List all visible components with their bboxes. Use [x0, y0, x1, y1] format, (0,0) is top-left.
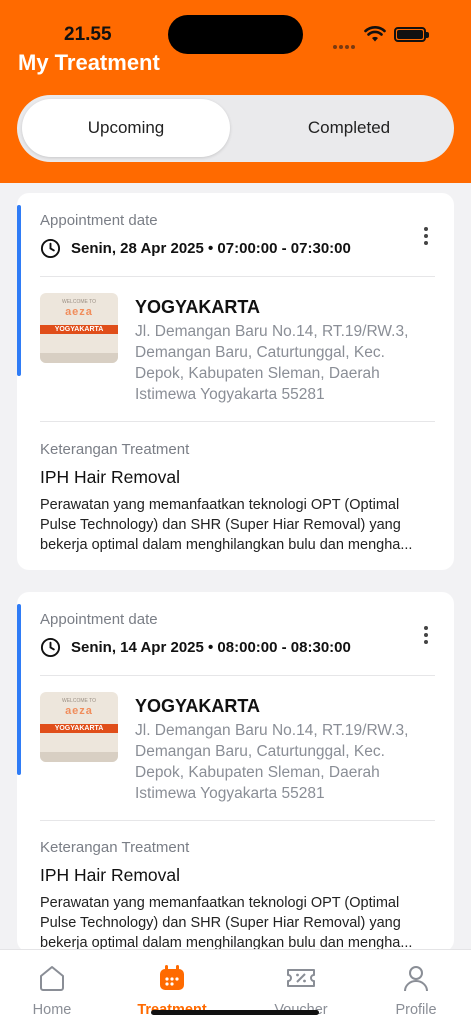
clinic-address: Jl. Demangan Baru No.14, RT.19/RW.3, Dem…	[135, 323, 409, 403]
person-icon	[404, 966, 428, 992]
appointment-datetime: Senin, 14 Apr 2025 • 08:00:00 - 08:30:00	[71, 639, 351, 656]
thumb-welcome-text: WELCOME TO	[62, 299, 96, 305]
nav-home-label: Home	[32, 1002, 72, 1018]
divider	[40, 820, 435, 821]
more-options-icon[interactable]	[424, 227, 428, 248]
thumb-floor	[40, 752, 118, 762]
treatment-description: Perawatan yang memanfaatkan teknologi OP…	[40, 497, 413, 553]
clinic-city: YOGYAKARTA	[135, 696, 261, 716]
appointment-datetime-row: Senin, 14 Apr 2025 • 08:00:00 - 08:30:00	[40, 637, 351, 658]
card-accent-bar	[17, 604, 21, 775]
tab-completed[interactable]: Completed	[245, 99, 453, 157]
treatment-label: Keterangan Treatment	[40, 839, 190, 856]
divider	[40, 276, 435, 277]
wifi-icon	[364, 26, 386, 42]
status-time: 21.55	[64, 24, 112, 45]
appointment-datetime: Senin, 28 Apr 2025 • 07:00:00 - 07:30:00	[71, 240, 351, 257]
card-accent-bar	[17, 205, 21, 376]
appointment-datetime-row: Senin, 28 Apr 2025 • 07:00:00 - 07:30:00	[40, 238, 351, 259]
calendar-icon	[160, 965, 184, 990]
appointment-date-label: Appointment date	[40, 611, 158, 628]
thumb-brand-text: aeza	[65, 705, 93, 717]
treatment-name: IPH Hair Removal	[40, 467, 181, 487]
signal-icon	[333, 36, 357, 49]
treatment-label: Keterangan Treatment	[40, 441, 190, 458]
clinic-thumbnail: WELCOME TO aeza YOGYAKARTA	[40, 293, 118, 363]
nav-profile[interactable]: Profile	[366, 964, 466, 1018]
voucher-icon	[287, 969, 315, 987]
nav-profile-label: Profile	[395, 1002, 437, 1018]
thumb-city-text: YOGYAKARTA	[40, 724, 118, 733]
page-title: My Treatment	[18, 50, 160, 75]
treatment-name: IPH Hair Removal	[40, 865, 181, 885]
tab-upcoming[interactable]: Upcoming	[22, 99, 230, 157]
thumb-city-text: YOGYAKARTA	[40, 325, 118, 334]
divider	[40, 675, 435, 676]
thumb-brand-text: aeza	[65, 306, 93, 318]
clinic-address: Jl. Demangan Baru No.14, RT.19/RW.3, Dem…	[135, 722, 409, 802]
clinic-city: YOGYAKARTA	[135, 297, 261, 317]
dynamic-island	[168, 15, 303, 54]
home-indicator	[151, 1010, 319, 1015]
header: 21.55 My Treatment Upcoming Completed	[0, 0, 471, 183]
segmented-control: Upcoming Completed	[17, 95, 454, 162]
thumb-floor	[40, 353, 118, 363]
nav-home[interactable]: Home	[2, 964, 102, 1018]
more-options-icon[interactable]	[424, 626, 428, 647]
clock-icon	[40, 637, 61, 658]
clock-icon	[40, 238, 61, 259]
battery-icon	[394, 27, 429, 42]
appointment-date-label: Appointment date	[40, 212, 158, 229]
clinic-thumbnail: WELCOME TO aeza YOGYAKARTA	[40, 692, 118, 762]
appointment-card[interactable]: Appointment date Senin, 14 Apr 2025 • 08…	[17, 592, 454, 952]
home-icon	[40, 966, 64, 991]
divider	[40, 421, 435, 422]
thumb-welcome-text: WELCOME TO	[62, 698, 96, 704]
appointment-card[interactable]: Appointment date Senin, 28 Apr 2025 • 07…	[17, 193, 454, 570]
treatment-description: Perawatan yang memanfaatkan teknologi OP…	[40, 895, 413, 951]
